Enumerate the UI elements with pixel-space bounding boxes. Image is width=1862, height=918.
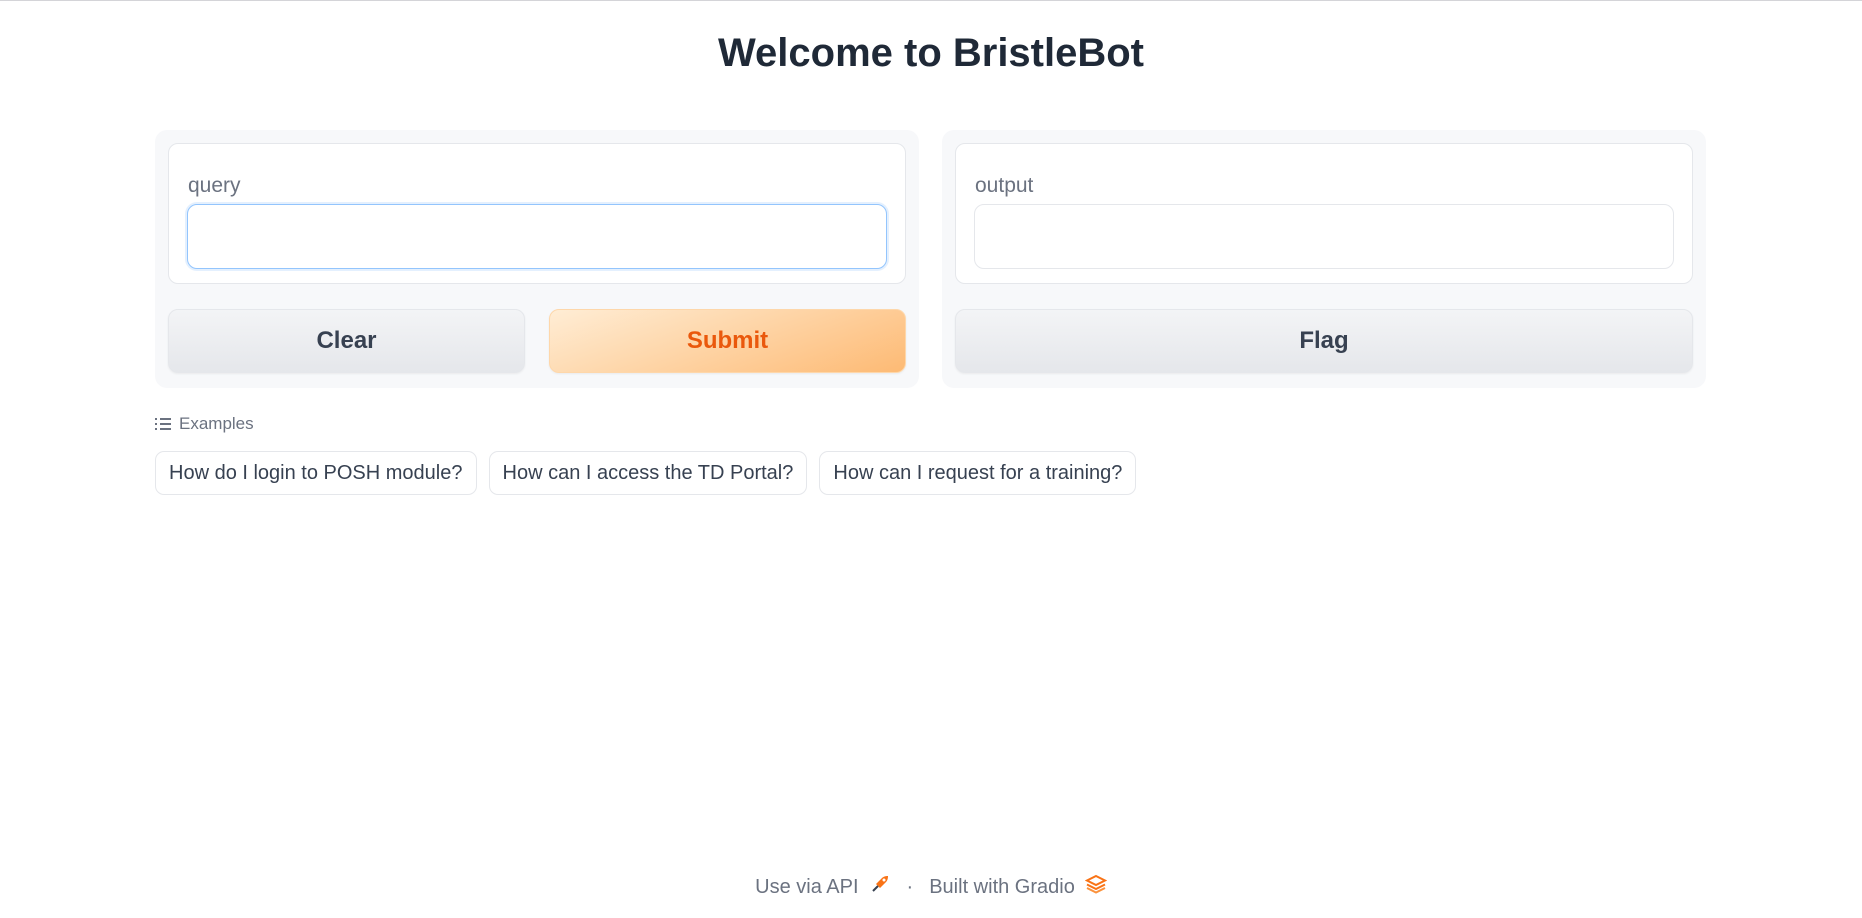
page-title: Welcome to BristleBot xyxy=(718,31,1144,75)
footer: Use via API · Built with Gradio xyxy=(0,873,1862,901)
submit-button[interactable]: Submit xyxy=(549,309,906,373)
use-via-api-link[interactable]: Use via API xyxy=(755,873,890,901)
example-item[interactable]: How can I access the TD Portal? xyxy=(488,451,808,495)
query-box: query xyxy=(168,143,906,284)
list-icon xyxy=(155,417,171,431)
output-label: output xyxy=(975,174,1034,197)
example-item[interactable]: How do I login to POSH module? xyxy=(155,451,477,495)
gradio-logo-icon xyxy=(1084,874,1108,900)
query-input[interactable] xyxy=(187,204,887,269)
output-box: output xyxy=(955,143,1693,284)
footer-separator: · xyxy=(906,875,914,898)
input-panel: query Clear Submit xyxy=(155,130,919,388)
built-label: Built with Gradio xyxy=(929,875,1075,898)
clear-button[interactable]: Clear xyxy=(168,309,525,373)
examples-list: How do I login to POSH module? How can I… xyxy=(155,451,1137,495)
output-field[interactable] xyxy=(974,204,1674,269)
examples-header: Examples xyxy=(155,414,254,434)
built-with-gradio-link[interactable]: Built with Gradio xyxy=(929,874,1108,900)
examples-label: Examples xyxy=(179,414,254,433)
rocket-icon xyxy=(869,873,891,901)
api-label: Use via API xyxy=(755,875,859,898)
query-label: query xyxy=(188,174,241,197)
flag-button[interactable]: Flag xyxy=(955,309,1693,373)
output-panel: output Flag xyxy=(942,130,1706,388)
example-item[interactable]: How can I request for a training? xyxy=(819,451,1137,495)
